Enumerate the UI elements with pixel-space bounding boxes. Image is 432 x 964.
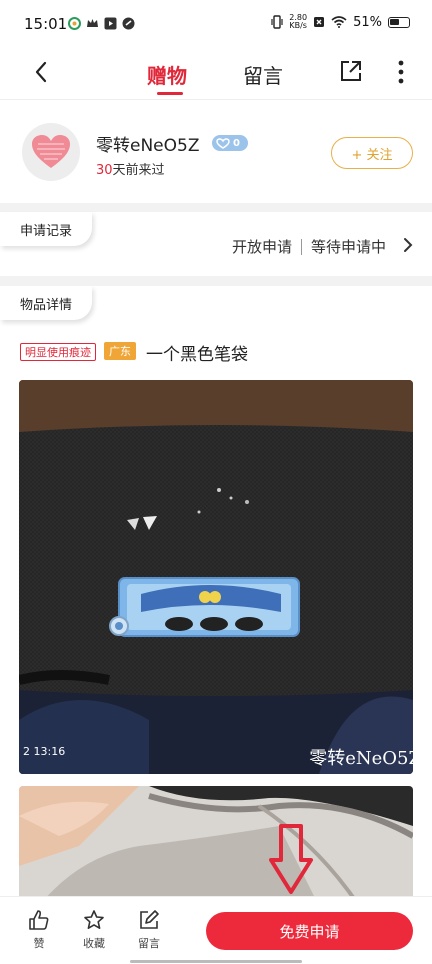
- heart-avatar-icon: [32, 135, 70, 168]
- item-details: 物品详情 明显使用痕迹 广东 一个黑色笔袋 2 13:16 零转eNeO5Z: [0, 286, 432, 896]
- avatar[interactable]: [22, 123, 80, 181]
- like-button[interactable]: 赞: [19, 909, 59, 951]
- username[interactable]: 零转eNeO5Z: [96, 131, 199, 156]
- photo-timestamp: 2 13:16: [23, 745, 66, 758]
- section-tab-details: 物品详情: [0, 286, 93, 320]
- sim-off-icon: [314, 17, 325, 27]
- home-indicator[interactable]: [130, 960, 302, 963]
- battery-percent: 51%: [353, 14, 382, 30]
- condition-tag: 明显使用痕迹: [20, 343, 96, 361]
- level-badge: 0: [212, 135, 248, 151]
- star-icon: [84, 910, 104, 929]
- edit-icon: [140, 910, 159, 929]
- section-tab-application: 申请记录: [0, 212, 93, 246]
- favorite-button[interactable]: 收藏: [74, 909, 114, 951]
- status-indicators: 2.80 KB/s 51%: [271, 14, 410, 30]
- photo-watermark: 零转eNeO5Z: [309, 748, 413, 769]
- bottom-action-bar: 赞 收藏 留言 免费申请: [0, 896, 432, 964]
- active-tab-indicator: [157, 92, 183, 95]
- application-record[interactable]: 申请记录 开放申请 等待申请中: [0, 212, 432, 276]
- owner-profile: 零转eNeO5Z 0 30天前来过 + 关注: [0, 101, 432, 203]
- link-app-icon: [122, 17, 135, 30]
- separator: [0, 276, 432, 286]
- crown-icon: [87, 19, 98, 27]
- battery-icon: [388, 16, 410, 28]
- vibrate-icon: [271, 15, 283, 29]
- last-seen: 30天前来过: [96, 163, 165, 178]
- level-number: 0: [233, 137, 240, 149]
- wifi-icon: [331, 16, 347, 28]
- status-time: 15:01: [24, 15, 68, 33]
- item-photo[interactable]: [19, 786, 413, 896]
- item-photo[interactable]: 2 13:16 零转eNeO5Z: [19, 380, 413, 774]
- thumbs-up-icon: [29, 910, 49, 930]
- comment-button[interactable]: 留言: [129, 909, 169, 951]
- status-divider: [300, 238, 302, 255]
- top-navbar: 赠物 留言: [0, 50, 432, 100]
- application-status: 开放申请 等待申请中: [232, 236, 386, 257]
- net-speed: 2.80 KB/s: [289, 13, 308, 30]
- item-title: 一个黑色笔袋: [146, 345, 248, 365]
- tab-comment[interactable]: 留言: [243, 60, 283, 89]
- chevron-right-icon[interactable]: [402, 237, 414, 253]
- status-open: 开放申请: [231, 238, 292, 256]
- play-app-icon: [104, 17, 117, 30]
- tab-gift[interactable]: 赠物: [147, 60, 187, 89]
- pencil-case-interior-photo: [19, 786, 413, 896]
- free-apply-button[interactable]: 免费申请: [206, 912, 413, 950]
- app-notification-icon: [68, 17, 81, 30]
- share-icon[interactable]: [340, 60, 362, 82]
- status-app-icons: [68, 17, 135, 30]
- pencil-case-photo: [19, 380, 413, 774]
- heart-level-icon: [216, 137, 230, 149]
- status-waiting: 等待申请中: [310, 238, 386, 256]
- follow-button[interactable]: + 关注: [331, 137, 413, 169]
- more-options-icon[interactable]: [394, 58, 408, 86]
- status-bar: 15:01 2.80 KB/s 51%: [0, 0, 432, 50]
- back-arrow-icon[interactable]: [30, 60, 54, 84]
- location-tag: 广东: [104, 342, 136, 360]
